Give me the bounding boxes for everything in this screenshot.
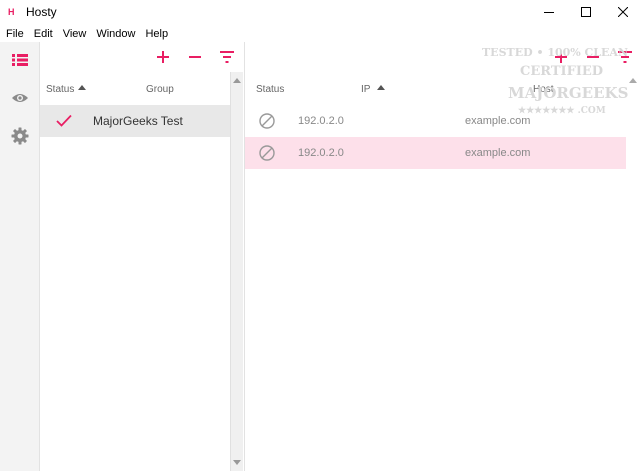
close-icon — [618, 7, 628, 17]
groups-scrollbar[interactable] — [230, 72, 243, 471]
watermark-line: ★★★★★★★ .COM — [518, 106, 606, 116]
add-group-button[interactable] — [152, 46, 174, 68]
window-title: Hosty — [26, 5, 57, 19]
menu-file[interactable]: File — [0, 24, 29, 42]
majorgeeks-watermark: TESTED • 100% CLEAN CERTIFIED MAJORGEEKS… — [478, 44, 628, 128]
disabled-icon[interactable] — [259, 113, 275, 129]
menu-window[interactable]: Window — [91, 24, 140, 42]
sidebar — [0, 42, 40, 471]
host-name: example.com — [465, 147, 531, 159]
hosts-scrollbar[interactable] — [626, 72, 640, 471]
watermark-line: TESTED • 100% CLEAN — [482, 46, 629, 59]
remove-group-button[interactable] — [184, 46, 206, 68]
eye-icon — [12, 94, 28, 102]
minus-icon — [189, 56, 201, 58]
watermark-line: CERTIFIED — [520, 64, 604, 79]
menu-help[interactable]: Help — [140, 24, 173, 42]
sort-ascending-icon — [377, 85, 385, 90]
groups-pane: Status Group MajorGeeks Test — [40, 42, 234, 471]
gear-icon — [11, 127, 29, 145]
column-header-status[interactable]: Status — [256, 84, 284, 95]
filter-icon — [220, 51, 234, 63]
menu-edit[interactable]: Edit — [29, 24, 58, 42]
column-header-ip[interactable]: IP — [361, 84, 370, 95]
list-icon — [12, 54, 28, 66]
scroll-up-icon[interactable] — [629, 78, 637, 83]
host-ip: 192.0.2.0 — [298, 115, 344, 127]
watermark-line: MAJORGEEKS — [508, 84, 629, 102]
column-header-status[interactable]: Status — [46, 84, 74, 95]
maximize-icon — [581, 7, 591, 17]
column-header-group[interactable]: Group — [146, 84, 174, 95]
sidebar-item-preview[interactable] — [10, 88, 30, 108]
sort-ascending-icon — [78, 85, 86, 90]
scroll-down-icon[interactable] — [233, 460, 241, 465]
scroll-up-icon[interactable] — [233, 78, 241, 83]
group-row[interactable]: MajorGeeks Test — [40, 105, 230, 137]
filter-button[interactable] — [216, 46, 238, 68]
minimize-icon — [544, 12, 554, 13]
close-button[interactable] — [600, 0, 640, 24]
disabled-icon[interactable] — [259, 145, 275, 161]
host-ip: 192.0.2.0 — [298, 147, 344, 159]
app-icon: H — [8, 7, 15, 17]
host-row[interactable]: 192.0.2.0 example.com — [245, 137, 627, 169]
menu-bar: File Edit View Window Help — [0, 24, 640, 42]
title-bar: H Hosty — [0, 0, 640, 24]
menu-view[interactable]: View — [58, 24, 92, 42]
sidebar-item-groups[interactable] — [10, 50, 30, 70]
group-name: MajorGeeks Test — [93, 114, 183, 128]
checkmark-icon[interactable] — [56, 114, 72, 127]
sidebar-item-settings[interactable] — [10, 126, 30, 146]
plus-icon — [157, 51, 169, 63]
